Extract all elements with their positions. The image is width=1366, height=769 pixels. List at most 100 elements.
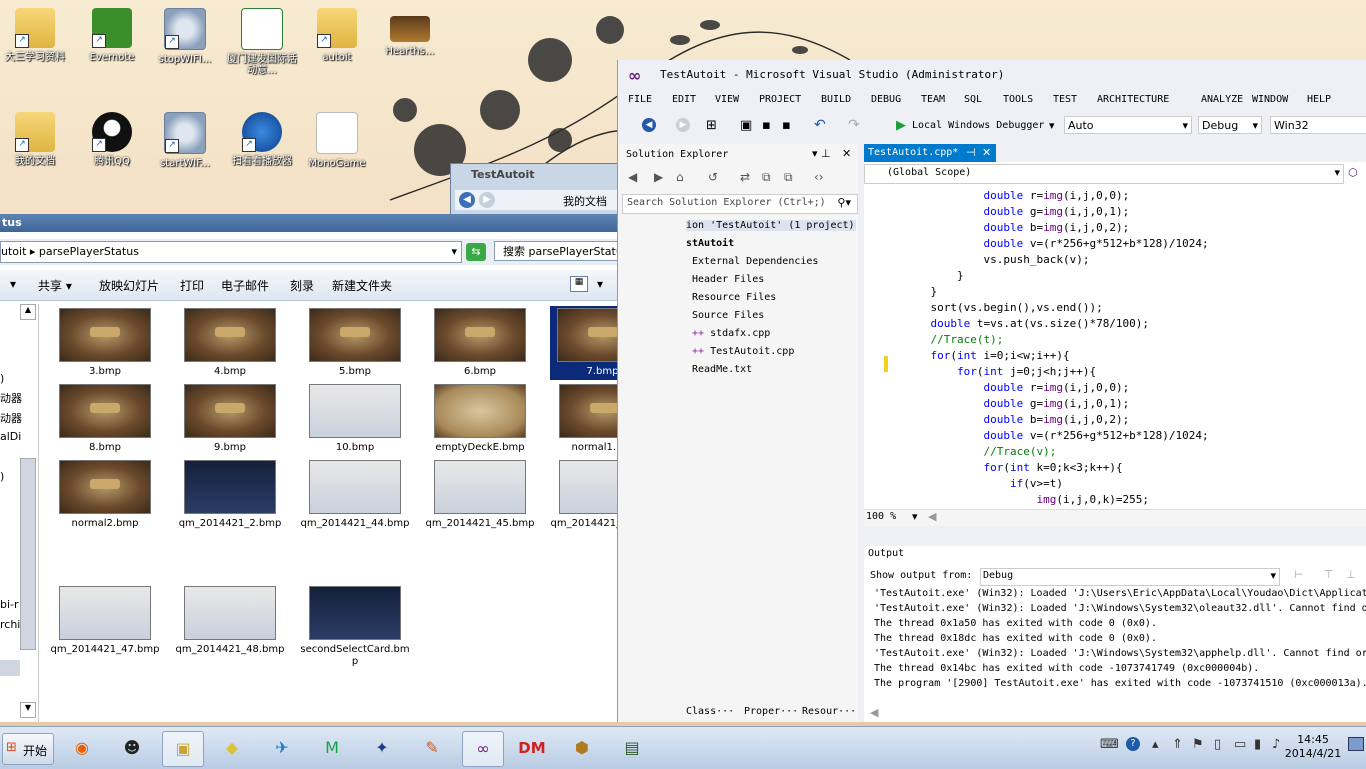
- redo-icon[interactable]: ↷: [848, 117, 860, 133]
- address-dropdown-icon[interactable]: ▾: [451, 242, 457, 262]
- desktop-icon-monogame[interactable]: MonoGame: [302, 112, 372, 169]
- solution-tree-item[interactable]: Source Files: [692, 310, 764, 321]
- output-hscroll-icon[interactable]: ◀: [870, 706, 878, 719]
- pin-icon[interactable]: ▾ ⊥: [812, 147, 831, 160]
- scope-select[interactable]: (Global Scope) ▾: [864, 164, 1344, 184]
- output-panel[interactable]: Output Show output from: Debug ▾ ⊢ ⊤ ⊥ '…: [864, 546, 1366, 722]
- menu-view[interactable]: VIEW: [715, 94, 739, 105]
- debugger-label[interactable]: Local Windows Debugger: [912, 120, 1044, 131]
- code-lines[interactable]: double r=img(i,j,0,0); double g=img(i,j,…: [904, 188, 1366, 510]
- solution-tree-item[interactable]: ++ stdafx.cpp: [692, 328, 770, 339]
- forward-icon[interactable]: ▶: [479, 192, 495, 208]
- file-thumbnail[interactable]: secondSelectCard.bmp: [300, 586, 410, 668]
- se-forward-icon[interactable]: ▶: [654, 170, 663, 184]
- cmd-print[interactable]: 打印: [180, 277, 204, 294]
- nav-item[interactable]: ): [0, 372, 22, 385]
- show-desktop-button[interactable]: [1348, 737, 1364, 751]
- menu-sql[interactable]: SQL: [964, 94, 982, 105]
- cmd-burn[interactable]: 刻录: [290, 277, 314, 294]
- file-thumbnail[interactable]: 3.bmp: [50, 308, 160, 378]
- nav-forward-icon[interactable]: ▶: [676, 118, 690, 132]
- view-dropdown-icon[interactable]: ▾: [597, 277, 603, 291]
- menu-edit[interactable]: EDIT: [672, 94, 696, 105]
- visual-studio-window[interactable]: ∞ TestAutoit - Microsoft Visual Studio (…: [617, 60, 1366, 722]
- flag-icon[interactable]: ⚑: [1192, 737, 1204, 752]
- editor-tab[interactable]: TestAutoit.cpp* ⊣ ✕: [864, 144, 996, 162]
- explorer-window[interactable]: tus _ □ ✕ utoit ▸ parsePlayerStatus ▾ ⇆ …: [0, 214, 684, 722]
- vs-titlebar[interactable]: ∞ TestAutoit - Microsoft Visual Studio (…: [618, 60, 1366, 90]
- desktop-icon-startwifi[interactable]: ↗ startWIF...: [150, 112, 220, 169]
- monitor-icon[interactable]: ▭: [1234, 737, 1246, 752]
- solution-bottom-tab[interactable]: Resour···: [802, 706, 856, 717]
- file-thumbnail[interactable]: 4.bmp: [175, 308, 285, 378]
- file-thumbnail[interactable]: 8.bmp: [50, 384, 160, 454]
- nav-scroll-up[interactable]: ▲: [20, 304, 36, 320]
- help-tray-icon[interactable]: ?: [1126, 737, 1140, 751]
- cmd-share[interactable]: 共享 ▾: [38, 277, 72, 294]
- tray-arrow-icon[interactable]: ▴: [1152, 737, 1159, 752]
- network-icon[interactable]: ▮: [1254, 737, 1261, 752]
- keyboard-icon[interactable]: ⌨: [1100, 737, 1119, 752]
- desktop-icon-excel[interactable]: 厦门建发国际活动意...: [227, 8, 297, 76]
- file-thumbnail[interactable]: qm_2014421_47.bmp: [50, 586, 160, 656]
- start-debug-icon[interactable]: ▶: [896, 118, 906, 133]
- menu-project[interactable]: PROJECT: [759, 94, 801, 105]
- cmd-email[interactable]: 电子邮件: [221, 277, 269, 294]
- file-thumbnail[interactable]: qm_2014421_45.bmp: [425, 460, 535, 530]
- file-thumbnail[interactable]: qm_2014421_44.bmp: [300, 460, 410, 530]
- code-editor[interactable]: TestAutoit.cpp* ⊣ ✕ (Global Scope) ▾ ⬡ d…: [864, 144, 1366, 526]
- taskbar-paint-icon[interactable]: ✎: [412, 731, 452, 765]
- menu-help[interactable]: HELP: [1307, 94, 1331, 105]
- tray-up-icon[interactable]: ⇑: [1172, 737, 1183, 752]
- nav-item[interactable]: rchiv: [0, 618, 22, 631]
- menu-analyze[interactable]: ANALYZE: [1201, 94, 1243, 105]
- output-clear-icon[interactable]: ⊢: [1294, 568, 1304, 581]
- solution-tree-item[interactable]: Header Files: [692, 274, 764, 285]
- menu-team[interactable]: TEAM: [921, 94, 945, 105]
- solution-tree-item[interactable]: Resource Files: [692, 292, 776, 303]
- hscroll-left-icon[interactable]: ◀: [928, 510, 936, 523]
- desktop-icon-my-documents[interactable]: ↗ 我的文档: [0, 112, 70, 167]
- taskbar-app-blue-icon[interactable]: ✦: [362, 731, 402, 765]
- zoom-level[interactable]: 100 %: [866, 511, 896, 522]
- menu-test[interactable]: TEST: [1053, 94, 1077, 105]
- file-thumbnail[interactable]: 9.bmp: [175, 384, 285, 454]
- config-debug-select[interactable]: Debug ▾: [1198, 116, 1262, 134]
- solution-tree-item[interactable]: stAutoit: [686, 238, 734, 249]
- nav-item[interactable]: alDi: [0, 430, 22, 443]
- new-project-icon[interactable]: ⊞: [706, 118, 717, 133]
- se-home-icon[interactable]: ⌂: [676, 170, 684, 184]
- nav-scrollbar[interactable]: [20, 458, 36, 650]
- refresh-icon[interactable]: ⇆: [466, 243, 486, 261]
- split-icon[interactable]: ⬡: [1348, 166, 1358, 179]
- cmd-new-folder[interactable]: 新建文件夹: [332, 277, 392, 294]
- desktop-icon-hearthstone[interactable]: Hearths...: [375, 8, 445, 57]
- se-code-icon[interactable]: ‹›: [814, 170, 824, 184]
- taskbar-firefox-icon[interactable]: ◉: [62, 731, 102, 765]
- file-thumbnail[interactable]: qm_2014421_2.bmp: [175, 460, 285, 530]
- solution-bottom-tab[interactable]: Class···: [686, 706, 734, 717]
- nav-selected-row[interactable]: [0, 660, 20, 676]
- platform-select[interactable]: Win32: [1270, 116, 1366, 134]
- save-all-icon[interactable]: ▪: [782, 118, 791, 133]
- solution-bottom-tab[interactable]: Proper···: [744, 706, 798, 717]
- file-thumbnail[interactable]: normal2.bmp: [50, 460, 160, 530]
- file-thumbnail[interactable]: qm_2014421_48.bmp: [175, 586, 285, 656]
- solution-explorer[interactable]: Solution Explorer ▾ ⊥ ✕ ◀ ▶ ⌂ ↺ ⇄ ⧉ ⧉ ‹›…: [618, 144, 858, 722]
- desktop-icon-folder-study[interactable]: ↗ 大三学习资料: [0, 8, 70, 63]
- menu-architecture[interactable]: ARCHITECTURE: [1097, 94, 1169, 105]
- file-thumbnail[interactable]: 5.bmp: [300, 308, 410, 378]
- open-file-icon[interactable]: ▣: [740, 118, 752, 133]
- solution-tree-item[interactable]: ion 'TestAutoit' (1 project): [686, 220, 856, 231]
- taskbar-notes-icon[interactable]: ◆: [212, 731, 252, 765]
- clock[interactable]: 14:45 2014/4/21: [1280, 733, 1346, 761]
- solution-search[interactable]: Search Solution Explorer (Ctrl+;) ⚲▾: [622, 194, 858, 214]
- menu-window[interactable]: WINDOW: [1252, 94, 1288, 105]
- save-icon[interactable]: ▪: [762, 118, 771, 133]
- nav-item[interactable]: ): [0, 470, 22, 483]
- explorer-titlebar[interactable]: tus _ □ ✕: [0, 214, 683, 232]
- output-next-icon[interactable]: ⊥: [1346, 568, 1356, 581]
- nav-back-icon[interactable]: ◀: [642, 118, 656, 132]
- file-thumbnail[interactable]: emptyDeckE.bmp: [425, 384, 535, 454]
- solution-tree-item[interactable]: ReadMe.txt: [692, 364, 752, 375]
